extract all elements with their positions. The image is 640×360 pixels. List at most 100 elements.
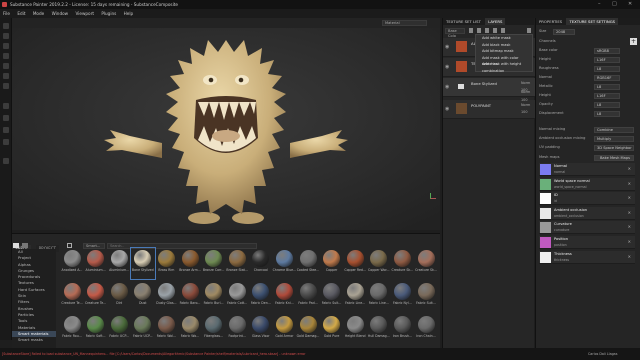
close-icon[interactable]: ✕ [628, 0, 632, 9]
tab-texture-set-settings[interactable]: TEXTURE SET SETTINGS [566, 18, 619, 25]
material-item[interactable]: Fabric Line... [343, 281, 367, 312]
remove-icon[interactable]: ✕ [628, 239, 631, 244]
material-item[interactable]: Glass Visor [249, 314, 273, 345]
add-folder-icon[interactable] [501, 28, 505, 33]
menu-plugins[interactable]: Plugins [101, 11, 116, 16]
blend-mode[interactable]: Norm [521, 103, 530, 107]
mesh-map-slot[interactable]: Ambient occlusion ambient_occlusion ✕ [539, 206, 635, 220]
menu-item-add-black-mask[interactable]: Add black mask [476, 42, 532, 49]
material-item[interactable]: Anodized A... [60, 248, 84, 279]
material-item[interactable]: Brass Rim [154, 248, 178, 279]
material-item[interactable]: Bone Stylized [129, 247, 156, 280]
layer-row[interactable]: ◉ Bone Stylized Norm 100 [443, 78, 535, 97]
material-item[interactable]: Creature Te... [60, 281, 84, 312]
channel-format-select[interactable]: sRGB8 [594, 47, 620, 54]
add-fill-icon[interactable] [485, 28, 489, 33]
blend-mode[interactable]: Norm [521, 81, 530, 85]
material-item[interactable]: Chrome Blue... [272, 248, 296, 279]
minimize-icon[interactable]: – [598, 0, 601, 9]
material-item[interactable]: Fabric Den... [249, 281, 273, 312]
display-settings-icon[interactable] [3, 115, 9, 121]
trash-icon[interactable] [527, 28, 531, 33]
mesh-map-slot[interactable]: ID id ✕ [539, 192, 635, 206]
projection-icon[interactable] [3, 43, 9, 49]
menu-help[interactable]: Help [124, 11, 134, 16]
mesh-map-slot[interactable]: Position position ✕ [539, 236, 635, 249]
material-item[interactable]: Coated Stee... [296, 248, 320, 279]
material-item[interactable]: Creature Sk... [390, 248, 414, 279]
menu-viewport[interactable]: Viewport [75, 11, 94, 16]
material-item[interactable]: Gold Pure [320, 314, 344, 345]
menu-edit[interactable]: Edit [17, 11, 25, 16]
material-item[interactable]: Copper Red... [343, 248, 367, 279]
mesh-map-slot[interactable]: Thickness thickness ✕ [539, 250, 635, 264]
shelf-category-item[interactable]: Smart masks [12, 337, 56, 343]
channel-format-select[interactable]: L8 [594, 65, 620, 72]
eye-icon[interactable]: ◉ [445, 64, 449, 70]
channel-format-select[interactable]: L8 [594, 110, 620, 117]
menu-item-add-mask-height-combination[interactable]: Add mask with height combination [476, 61, 532, 73]
eye-icon[interactable]: ◉ [445, 44, 449, 50]
mesh-map-slot[interactable]: Curvature curvature ✕ [539, 221, 635, 235]
material-item[interactable]: Fabric Suit... [414, 281, 438, 312]
material-select[interactable]: Material [382, 20, 427, 26]
smudge-icon[interactable] [3, 63, 9, 69]
material-item[interactable]: Aluminium... [84, 248, 108, 279]
material-item[interactable]: Creature Te... [84, 281, 108, 312]
ao-mixing-select[interactable]: Multiply [594, 135, 634, 142]
material-item[interactable]: Fabric Wo... [178, 314, 202, 345]
material-item[interactable]: Dusty Glas... [154, 281, 178, 312]
material-item[interactable]: Fabric Baro... [178, 281, 202, 312]
remove-icon[interactable]: ✕ [628, 166, 631, 171]
add-effect-icon[interactable] [477, 28, 481, 33]
material-item[interactable]: Fabric UCP... [107, 314, 131, 345]
material-item[interactable]: Bronze Stat... [225, 248, 249, 279]
material-item[interactable]: Height Blend [343, 314, 367, 345]
material-item[interactable]: Fabric Cott... [225, 281, 249, 312]
material-item[interactable]: Gold Damag... [296, 314, 320, 345]
channel-format-select[interactable]: L8 [594, 83, 620, 90]
grid-view-icon[interactable] [22, 243, 28, 248]
material-item[interactable]: Footprint... [225, 314, 249, 345]
color-picker-icon[interactable] [3, 83, 9, 89]
mesh-map-slot[interactable]: World space normal world_space_normal ✕ [539, 177, 635, 191]
material-item[interactable]: Fabric Pad... [296, 281, 320, 312]
tab-properties[interactable]: PROPERTIES [536, 18, 565, 25]
menu-item-add-white-mask[interactable]: Add white mask [476, 35, 532, 42]
material-item[interactable]: Charcoal [249, 248, 273, 279]
material-item[interactable]: Iron Chain... [414, 314, 438, 345]
remove-icon[interactable]: ✕ [628, 210, 631, 215]
remove-icon[interactable]: ✕ [628, 254, 631, 259]
material-item[interactable]: Dirt [107, 281, 131, 312]
material-item[interactable]: Fiberglass... [202, 314, 226, 345]
material-item[interactable]: Fabric Wol... [154, 314, 178, 345]
eraser-icon[interactable] [3, 33, 9, 39]
add-layer-icon[interactable] [493, 28, 497, 33]
polygon-fill-icon[interactable] [3, 53, 9, 59]
channel-format-select[interactable]: L8 [594, 101, 620, 108]
material-item[interactable]: Aluminium... [107, 248, 131, 279]
layer-opacity[interactable]: 100 [521, 110, 527, 114]
menu-window[interactable]: Window [52, 11, 69, 16]
material-item[interactable]: Bronze Corr... [202, 248, 226, 279]
material-item[interactable]: Fabric Burl... [202, 281, 226, 312]
material-item[interactable]: Fabric Rou... [60, 314, 84, 345]
remove-icon[interactable]: ✕ [628, 195, 631, 200]
material-item[interactable]: Copper [320, 248, 344, 279]
maximize-icon[interactable]: □ [612, 0, 617, 9]
material-item[interactable]: Hull Damag... [367, 314, 391, 345]
layer-row[interactable]: ◉ POLYPAINT Norm 100 [443, 100, 535, 119]
material-item[interactable]: Fabric Suit... [320, 281, 344, 312]
normal-mixing-select[interactable]: Combine [594, 126, 634, 133]
shader-settings-icon[interactable] [3, 127, 9, 133]
material-item[interactable]: Gold Armor [272, 314, 296, 345]
channel-select[interactable]: Base Colo [445, 28, 465, 38]
remove-icon[interactable]: ✕ [628, 181, 631, 186]
menu-item-add-bitmap-mask[interactable]: Add bitmap mask [476, 48, 532, 55]
remove-icon[interactable]: ✕ [628, 224, 631, 229]
material-item[interactable]: Fabric Soft... [84, 314, 108, 345]
add-mask-icon[interactable] [469, 28, 473, 33]
bake-mesh-maps-button[interactable]: Bake Mesh Maps [594, 154, 634, 161]
mesh-map-slot[interactable]: Normal normal ✕ [539, 163, 635, 176]
channel-format-select[interactable]: L16F [594, 56, 620, 63]
